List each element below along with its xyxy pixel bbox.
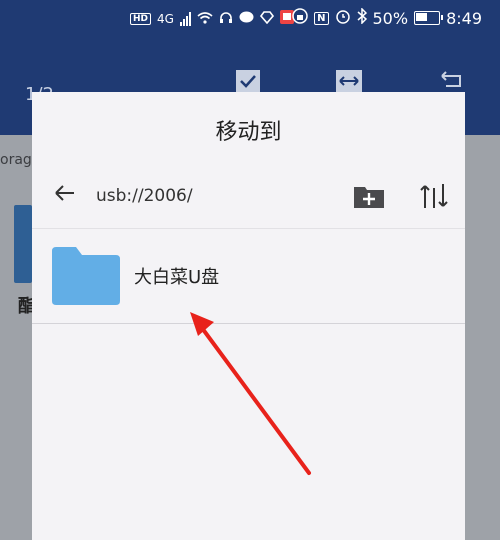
- red-arrow-annotation: [190, 312, 311, 475]
